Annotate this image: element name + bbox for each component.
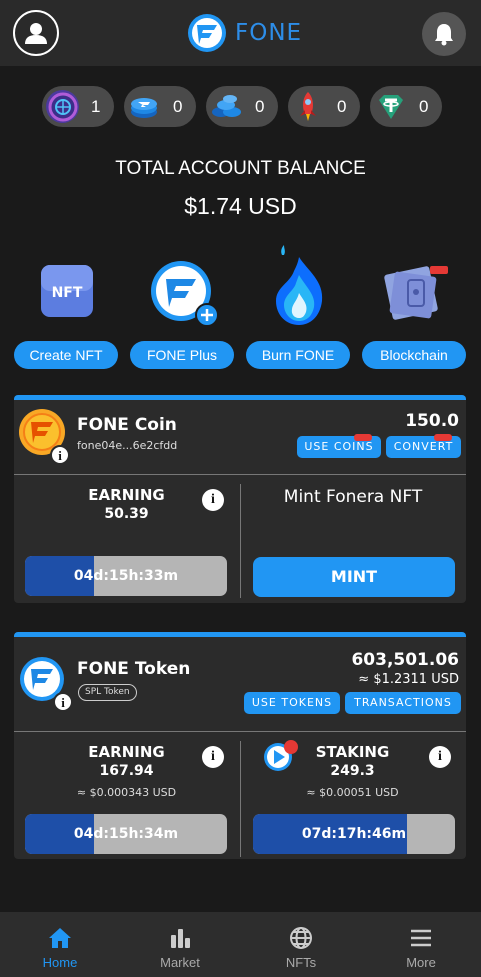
bell-icon bbox=[435, 24, 453, 46]
fone-plus-button[interactable]: FONE Plus bbox=[130, 341, 234, 369]
bar-chart-icon bbox=[171, 929, 190, 948]
earning-value: 167.94 bbox=[99, 763, 154, 779]
earning-usd: ≈ $0.000343 USD bbox=[76, 786, 177, 799]
earning-label: EARNING bbox=[88, 486, 165, 504]
chip-fone-coins-pile[interactable]: 0 bbox=[206, 86, 278, 127]
nav-label: Market bbox=[160, 955, 200, 970]
info-icon[interactable]: i bbox=[202, 489, 224, 511]
staking-usd: ≈ $0.00051 USD bbox=[306, 786, 399, 799]
token-usd: ≈ $1.2311 USD bbox=[358, 672, 459, 687]
nft-tile-icon[interactable]: NFT bbox=[40, 264, 94, 318]
home-icon bbox=[49, 928, 71, 948]
blockchain-icon[interactable] bbox=[380, 262, 450, 324]
timer-text: 07d:17h:46m bbox=[301, 826, 407, 842]
chip-count: 0 bbox=[337, 96, 347, 116]
nav-label: Home bbox=[42, 955, 78, 970]
flame-icon[interactable] bbox=[272, 245, 326, 327]
blockchain-button[interactable]: Blockchain bbox=[362, 341, 466, 369]
globe-icon bbox=[290, 927, 312, 949]
divider bbox=[14, 474, 466, 475]
divider bbox=[14, 731, 466, 732]
chip-count: 0 bbox=[255, 96, 265, 116]
earning-timer-bar: 04d:15h:33m bbox=[25, 556, 227, 596]
earning-timer-bar: 04d:15h:34m bbox=[25, 814, 227, 854]
top-bar: FONE bbox=[0, 0, 481, 66]
nav-more[interactable]: More bbox=[381, 912, 461, 977]
balance-value: $1.74 USD bbox=[184, 193, 297, 219]
new-badge bbox=[354, 434, 372, 441]
staking-value: 249.3 bbox=[330, 763, 375, 779]
nav-market[interactable]: Market bbox=[140, 912, 220, 977]
nav-label: NFTs bbox=[285, 955, 317, 970]
info-icon[interactable]: i bbox=[429, 746, 451, 768]
fone-coin-stack-icon bbox=[128, 90, 161, 123]
balance-title: TOTAL ACCOUNT BALANCE bbox=[115, 158, 366, 179]
rocket-icon bbox=[292, 90, 325, 123]
mint-title: Mint Fonera NFT bbox=[283, 487, 423, 507]
fone-coin-card: i FONE Coin fone04e...6e2cfdd 150.0 USE … bbox=[14, 395, 466, 603]
mint-button[interactable]: MINT bbox=[253, 557, 455, 597]
chip-count: 1 bbox=[91, 96, 101, 116]
bottom-nav: Home Market NFTs More bbox=[0, 912, 481, 977]
token-amount: 603,501.06 bbox=[351, 650, 459, 670]
brand-name: FONE bbox=[235, 20, 303, 46]
notifications-button[interactable] bbox=[422, 12, 466, 56]
chip-nft[interactable]: 1 bbox=[42, 86, 114, 127]
fone-coins-pile-icon bbox=[210, 90, 243, 123]
svg-text:i: i bbox=[58, 448, 62, 463]
spl-token-tag: SPL Token bbox=[78, 684, 137, 701]
info-icon[interactable]: i bbox=[202, 746, 224, 768]
svg-text:i: i bbox=[61, 695, 65, 710]
coin-title: FONE Coin bbox=[77, 415, 177, 435]
coin-amount: 150.0 bbox=[405, 411, 459, 431]
token-title: FONE Token bbox=[77, 659, 191, 679]
earning-label: EARNING bbox=[88, 743, 165, 761]
nav-nfts[interactable]: NFTs bbox=[261, 912, 341, 977]
divider bbox=[240, 741, 241, 857]
create-nft-button[interactable]: Create NFT bbox=[14, 341, 118, 369]
fone-logo-icon bbox=[188, 14, 226, 52]
hamburger-menu-icon bbox=[411, 929, 431, 947]
earning-value: 50.39 bbox=[104, 506, 149, 522]
nav-home[interactable]: Home bbox=[20, 912, 100, 977]
svg-text:NFT: NFT bbox=[52, 285, 83, 301]
coin-address[interactable]: fone04e...6e2cfdd bbox=[77, 439, 177, 452]
staking-timer-bar: 07d:17h:46m bbox=[253, 814, 455, 854]
use-tokens-button[interactable]: USE TOKENS bbox=[244, 692, 340, 714]
timer-text: 04d:15h:33m bbox=[73, 568, 179, 584]
tether-icon bbox=[374, 90, 407, 123]
nft-globe-icon bbox=[46, 90, 79, 123]
new-badge bbox=[434, 434, 452, 441]
staking-label: STAKING bbox=[315, 743, 390, 761]
divider bbox=[240, 484, 241, 598]
fone-coin-icon: i bbox=[19, 408, 70, 465]
timer-text: 04d:15h:34m bbox=[73, 826, 179, 842]
profile-button[interactable] bbox=[13, 10, 59, 56]
fone-token-icon: i bbox=[19, 655, 75, 713]
brand: FONE bbox=[187, 13, 302, 53]
chip-count: 0 bbox=[419, 96, 429, 116]
chip-fone-coin[interactable]: 0 bbox=[124, 86, 196, 127]
fone-plus-icon[interactable] bbox=[150, 260, 222, 328]
fone-token-card: i FONE Token SPL Token 603,501.06 ≈ $1.2… bbox=[14, 632, 466, 859]
transactions-button[interactable]: TRANSACTIONS bbox=[345, 692, 461, 714]
burn-fone-button[interactable]: Burn FONE bbox=[246, 341, 350, 369]
chip-rocket[interactable]: 0 bbox=[288, 86, 360, 127]
nav-label: More bbox=[406, 955, 436, 970]
asset-chips: 1 0 0 0 0 bbox=[42, 86, 442, 127]
chip-tether[interactable]: 0 bbox=[370, 86, 442, 127]
chip-count: 0 bbox=[173, 96, 183, 116]
user-icon bbox=[25, 23, 47, 44]
